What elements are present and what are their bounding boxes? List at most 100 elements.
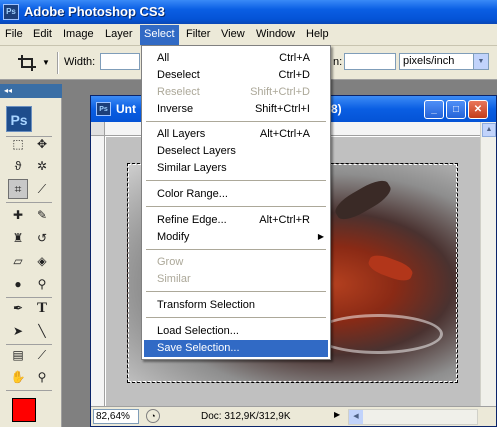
- move-tool-icon[interactable]: ✥: [32, 134, 52, 154]
- menu-layer[interactable]: Layer: [105, 28, 133, 40]
- eyedropper-tool-icon[interactable]: ⟋: [32, 345, 52, 365]
- zoom-tool-icon[interactable]: ⚲: [32, 367, 52, 387]
- vertical-scrollbar[interactable]: ▲: [480, 122, 496, 406]
- menu-bar: File Edit Image Layer Select Filter View…: [0, 24, 497, 46]
- type-tool-icon[interactable]: T: [32, 298, 52, 318]
- menu-item-similar-layers[interactable]: Similar Layers: [144, 160, 328, 177]
- toolbox-collapse[interactable]: ◂◂: [0, 84, 62, 98]
- menu-item-load-selection[interactable]: Load Selection...: [144, 323, 328, 340]
- minimize-button[interactable]: _: [424, 100, 444, 119]
- clone-stamp-icon[interactable]: ♜: [8, 228, 28, 248]
- lasso-tool-icon[interactable]: ϑ: [8, 156, 28, 176]
- menu-item-inverse[interactable]: Inverse Shift+Ctrl+I: [144, 101, 328, 118]
- menu-item-label: Deselect: [157, 69, 200, 81]
- crab-leg: [366, 251, 415, 285]
- menu-window[interactable]: Window: [256, 28, 295, 40]
- paint-bucket-icon[interactable]: ◈: [32, 251, 52, 271]
- menu-filter[interactable]: Filter: [186, 28, 210, 40]
- bowl-rim: [313, 314, 443, 354]
- menu-item-label: Color Range...: [157, 188, 228, 200]
- menu-separator: [146, 249, 326, 250]
- magic-wand-tool-icon[interactable]: ✲: [32, 156, 52, 176]
- menu-view[interactable]: View: [221, 28, 245, 40]
- toolbox: ◂◂ Ps ⬚ ✥ ϑ ✲ ⌗ ⟋ ✚ ✎ ♜ ↺ ▱ ◈ ● ⚲ ✒ T ➤ …: [0, 84, 62, 427]
- history-brush-icon[interactable]: ↺: [32, 228, 52, 248]
- vertical-ruler[interactable]: [91, 136, 105, 406]
- menu-item-transform-selection[interactable]: Transform Selection: [144, 297, 328, 314]
- menu-item-label: Grow: [157, 256, 184, 268]
- menu-item-similar: Similar: [144, 271, 328, 288]
- submenu-arrow-icon: ▶: [317, 232, 324, 241]
- menu-item-deselect[interactable]: Deselect Ctrl+D: [144, 67, 328, 84]
- menu-item-label: All Layers: [157, 128, 206, 140]
- document-size-info: Doc: 312,9K/312,9K: [201, 411, 291, 422]
- menu-item-label: Similar: [157, 273, 191, 285]
- menu-item-label: Inverse: [157, 103, 194, 115]
- menu-item-label: Transform Selection: [157, 299, 256, 311]
- menu-file[interactable]: File: [5, 28, 23, 40]
- blur-tool-icon[interactable]: ●: [8, 274, 28, 294]
- app-title-bar: Ps Adobe Photoshop CS3: [0, 0, 497, 24]
- scroll-up-icon[interactable]: ▲: [482, 123, 496, 137]
- scroll-left-icon[interactable]: ◀: [349, 410, 363, 424]
- horizontal-scrollbar[interactable]: ◀: [348, 409, 478, 425]
- width-field[interactable]: [100, 53, 140, 70]
- status-menu-arrow-icon[interactable]: ▶: [334, 410, 346, 424]
- dodge-tool-icon[interactable]: ⚲: [32, 274, 52, 294]
- resolution-unit-value: pixels/inch: [403, 55, 455, 67]
- menu-item-save-selection[interactable]: Save Selection...: [144, 340, 328, 357]
- menu-item-color-range[interactable]: Color Range...: [144, 186, 328, 203]
- menu-separator: [146, 206, 326, 207]
- menu-select[interactable]: Select: [140, 25, 179, 45]
- brush-tool-icon[interactable]: ✎: [32, 205, 52, 225]
- menu-item-grow: Grow: [144, 254, 328, 271]
- hand-tool-icon[interactable]: ✋: [8, 367, 28, 387]
- menu-item-deselect-layers[interactable]: Deselect Layers: [144, 143, 328, 160]
- menu-item-shortcut: Shift+Ctrl+D: [250, 86, 310, 98]
- document-icon: Ps: [96, 102, 111, 116]
- maximize-button[interactable]: □: [446, 100, 466, 119]
- toolbox-separator: [6, 202, 52, 203]
- eraser-tool-icon[interactable]: ▱: [8, 251, 28, 271]
- toolbox-separator: [6, 390, 52, 391]
- healing-brush-icon[interactable]: ✚: [8, 205, 28, 225]
- menu-item-refine-edge[interactable]: Refine Edge... Alt+Ctrl+R: [144, 212, 328, 229]
- slice-tool-icon[interactable]: ⟋: [32, 179, 52, 199]
- zoom-level-field[interactable]: 82,64%: [93, 409, 139, 424]
- menu-item-all-layers[interactable]: All Layers Alt+Ctrl+A: [144, 126, 328, 143]
- marquee-tool-icon[interactable]: ⬚: [8, 134, 28, 154]
- menu-item-label: Save Selection...: [157, 342, 240, 354]
- crop-tool-icon[interactable]: [18, 55, 36, 71]
- ruler-origin[interactable]: [91, 122, 105, 136]
- path-selection-icon[interactable]: ➤: [8, 321, 28, 341]
- menu-item-all[interactable]: All Ctrl+A: [144, 50, 328, 67]
- menu-item-reselect: Reselect Shift+Ctrl+D: [144, 84, 328, 101]
- line-tool-icon[interactable]: ╲: [32, 321, 52, 341]
- document-status-bar: 82,64% ◔ Doc: 312,9K/312,9K ▶ ◀: [91, 406, 496, 426]
- menu-item-modify[interactable]: Modify ▶: [144, 229, 328, 246]
- resolution-field[interactable]: [344, 53, 396, 70]
- menu-item-label: All: [157, 52, 170, 64]
- tool-preset-dropdown-icon[interactable]: ▼: [42, 58, 50, 67]
- crab-claw: [331, 175, 395, 225]
- select-menu-dropdown: All Ctrl+A Deselect Ctrl+D Reselect Shift+C…: [141, 45, 331, 360]
- notes-tool-icon[interactable]: ▤: [8, 345, 28, 365]
- menu-item-label: Modify: [157, 231, 190, 243]
- menu-image[interactable]: Image: [63, 28, 94, 40]
- resolution-label: n:: [333, 56, 343, 68]
- close-button[interactable]: ✕: [468, 100, 488, 119]
- options-separator: [57, 52, 59, 74]
- chevron-down-icon[interactable]: ▼: [473, 54, 488, 69]
- pen-tool-icon[interactable]: ✒: [8, 298, 28, 318]
- photoshop-logo[interactable]: Ps: [6, 106, 32, 132]
- crop-tool-button-icon[interactable]: ⌗: [8, 179, 28, 199]
- resolution-unit-select[interactable]: pixels/inch ▼: [399, 53, 489, 70]
- foreground-color-swatch[interactable]: [12, 398, 36, 422]
- menu-item-shortcut: Ctrl+A: [279, 52, 310, 64]
- menu-separator: [146, 180, 326, 181]
- menu-item-label: Deselect Layers: [157, 145, 236, 157]
- menu-help[interactable]: Help: [306, 28, 329, 40]
- status-icon[interactable]: ◔: [146, 409, 160, 423]
- menu-item-shortcut: Alt+Ctrl+R: [259, 214, 310, 226]
- menu-edit[interactable]: Edit: [33, 28, 52, 40]
